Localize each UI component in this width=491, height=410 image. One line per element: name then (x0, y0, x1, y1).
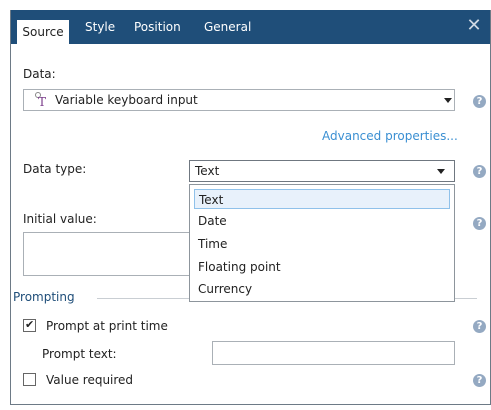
tab-style[interactable]: Style (85, 10, 115, 44)
data-type-dropdown[interactable]: Text (189, 160, 455, 182)
data-source-value: Variable keyboard input (55, 93, 198, 107)
option-time[interactable]: Time (194, 234, 227, 254)
svg-text:T: T (38, 95, 46, 109)
option-floating-point[interactable]: Floating point (194, 257, 281, 277)
prompting-section-label: Prompting (13, 290, 75, 304)
help-icon[interactable]: ? (473, 95, 486, 108)
tab-source[interactable]: Source (17, 20, 69, 44)
help-icon[interactable]: ? (473, 374, 486, 387)
tab-general[interactable]: General (204, 10, 251, 44)
initial-value-label: Initial value: (23, 212, 97, 226)
dialog-header: Source Style Position General ✕ (11, 10, 490, 44)
variable-icon: T (35, 91, 49, 113)
value-required-checkbox[interactable] (23, 373, 36, 386)
prompt-at-print-checkbox[interactable]: ✔ (23, 318, 36, 332)
prompt-text-label: Prompt text: (42, 347, 117, 361)
data-source-dropdown[interactable]: T Variable keyboard input (23, 89, 455, 111)
data-type-value: Text (195, 164, 220, 178)
chevron-down-icon (444, 98, 452, 103)
help-icon[interactable]: ? (473, 217, 486, 230)
tab-position[interactable]: Position (134, 10, 181, 44)
help-icon[interactable]: ? (473, 165, 486, 178)
chevron-down-icon (437, 169, 445, 174)
data-label: Data: (23, 67, 56, 81)
text-properties-dialog: Source Style Position General ✕ Data: T … (10, 10, 491, 405)
option-currency[interactable]: Currency (194, 279, 252, 299)
prompt-text-input[interactable] (212, 341, 455, 365)
data-type-options-list: Text Date Time Floating point Currency (189, 184, 455, 302)
value-required-label[interactable]: Value required (46, 373, 133, 387)
data-type-label: Data type: (23, 162, 87, 176)
close-icon[interactable]: ✕ (464, 16, 484, 36)
advanced-properties-link[interactable]: Advanced properties... (322, 129, 458, 143)
option-text[interactable]: Text (194, 189, 450, 209)
check-icon: ✔ (25, 318, 35, 331)
prompt-at-print-label[interactable]: Prompt at print time (46, 319, 168, 333)
option-date[interactable]: Date (194, 211, 227, 231)
help-icon[interactable]: ? (473, 320, 486, 333)
